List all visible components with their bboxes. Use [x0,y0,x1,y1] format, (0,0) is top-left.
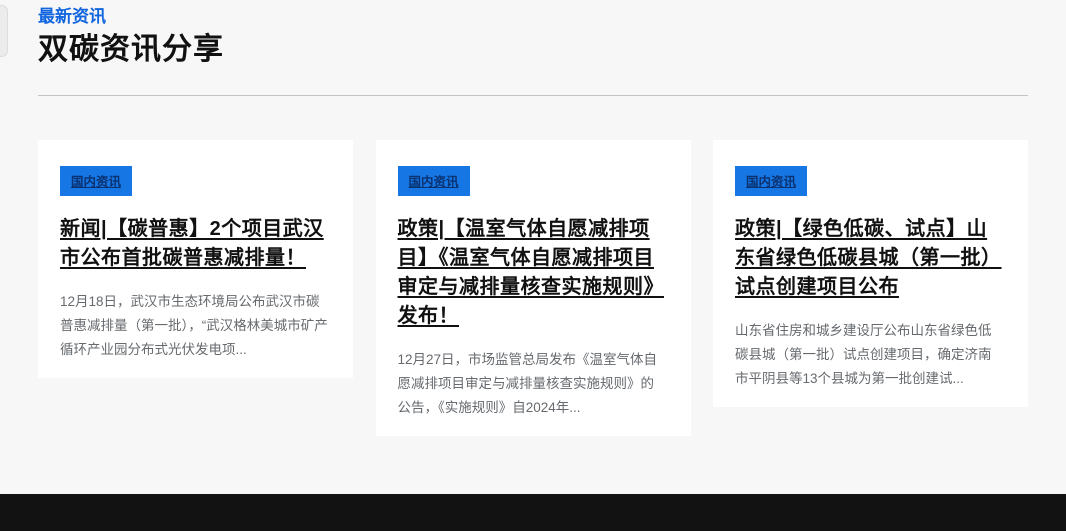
news-card[interactable]: 国内资讯 新闻|【碳普惠】2个项目武汉市公布首批碳普惠减排量！ 12月18日，武… [38,140,353,378]
category-badge[interactable]: 国内资讯 [60,166,132,196]
page: 最新资讯 双碳资讯分享 国内资讯 新闻|【碳普惠】2个项目武汉市公布首批碳普惠减… [0,0,1066,531]
page-footer [0,494,1066,531]
page-title: 双碳资讯分享 [38,31,1028,69]
scrollbar-thumb[interactable] [0,5,8,57]
section-eyebrow: 最新资讯 [38,6,1028,28]
news-section: 最新资讯 双碳资讯分享 国内资讯 新闻|【碳普惠】2个项目武汉市公布首批碳普惠减… [38,6,1028,436]
news-card-excerpt: 山东省住房和城乡建设厅公布山东省绿色低碳县城（第一批）试点创建项目，确定济南市平… [735,319,1004,391]
news-card-list: 国内资讯 新闻|【碳普惠】2个项目武汉市公布首批碳普惠减排量！ 12月18日，武… [38,140,1028,436]
news-card-excerpt: 12月27日，市场监管总局发布《温室气体自愿减排项目审定与减排量核查实施规则》的… [398,348,667,420]
news-card-title-link[interactable]: 新闻|【碳普惠】2个项目武汉市公布首批碳普惠减排量！ [60,215,329,273]
news-card-excerpt: 12月18日，武汉市生态环境局公布武汉市碳普惠减排量（第一批），“武汉格林美城市… [60,290,329,362]
category-badge[interactable]: 国内资讯 [735,166,807,196]
category-badge[interactable]: 国内资讯 [398,166,470,196]
news-card[interactable]: 国内资讯 政策|【绿色低碳、试点】山东省绿色低碳县城（第一批）试点创建项目公布 … [713,140,1028,407]
news-card-title-link[interactable]: 政策|【绿色低碳、试点】山东省绿色低碳县城（第一批）试点创建项目公布 [735,215,1004,302]
news-card-title-link[interactable]: 政策|【温室气体自愿减排项目】《温室气体自愿减排项目审定与减排量核查实施规则》发… [398,215,667,331]
news-card[interactable]: 国内资讯 政策|【温室气体自愿减排项目】《温室气体自愿减排项目审定与减排量核查实… [376,140,691,436]
section-divider [38,95,1028,96]
